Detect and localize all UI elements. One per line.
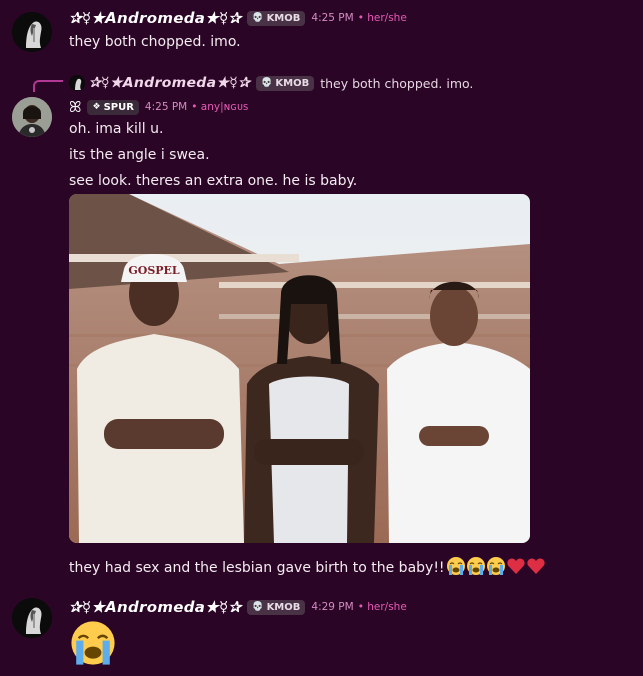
server-tag[interactable]: ❖ SPUR xyxy=(87,99,139,115)
timestamp[interactable]: 4:25 PM xyxy=(311,12,353,24)
message-text: they both chopped. imo. xyxy=(69,34,241,50)
server-tag-label: KMOB xyxy=(266,12,301,24)
pronouns: • her/she xyxy=(357,12,407,24)
diamond-icon: ❖ xyxy=(92,102,101,112)
hat-text: GOSPEL xyxy=(128,264,180,277)
avatar[interactable] xyxy=(12,12,52,52)
username[interactable]: ✰☿★𝘼𝙣𝙙𝙧𝙤𝙢𝙚𝙙𝙖★☿✰ xyxy=(69,598,241,616)
image-attachment[interactable]: GOSPEL xyxy=(69,194,530,543)
pronouns: • any|ɴɢᴜꜱ xyxy=(191,101,249,113)
reply-text: they both chopped. imo. xyxy=(320,75,474,91)
server-tag[interactable]: 💀 KMOB xyxy=(247,10,306,26)
avatar[interactable] xyxy=(12,97,52,137)
message-header: ✰☿★𝘼𝙣𝙙𝙧𝙤𝙢𝙚𝙙𝙖★☿✰ 💀 KMOB 4:29 PM • her/she xyxy=(69,597,407,617)
clover-icon: ꕤ xyxy=(69,98,82,116)
timestamp[interactable]: 4:25 PM xyxy=(145,101,187,113)
timestamp[interactable]: 4:29 PM xyxy=(311,601,353,613)
loudly-crying-face-icon xyxy=(446,556,466,580)
red-heart-icon xyxy=(526,556,546,580)
server-tag-label: SPUR xyxy=(103,101,134,113)
reply-username[interactable]: ✰☿★𝘼𝙣𝙙𝙧𝙤𝙢𝙚𝙙𝙖★☿✰ xyxy=(89,75,250,91)
red-heart-icon xyxy=(506,556,526,580)
message-header: ✰☿★𝘼𝙣𝙙𝙧𝙤𝙢𝙚𝙙𝙖★☿✰ 💀 KMOB 4:25 PM • her/she xyxy=(69,8,407,28)
server-tag[interactable]: 💀 KMOB xyxy=(247,599,306,615)
message-text: see look. theres an extra one. he is bab… xyxy=(69,173,358,189)
message-header: ꕤ ❖ SPUR 4:25 PM • any|ɴɢᴜꜱ xyxy=(69,97,248,117)
caption-text: they had sex and the lesbian gave birth … xyxy=(69,560,445,576)
skull-icon: 💀 xyxy=(252,13,264,23)
loudly-crying-face-icon xyxy=(486,556,506,580)
reply-preview[interactable]: ✰☿★𝘼𝙣𝙙𝙧𝙤𝙢𝙚𝙙𝙖★☿✰ 💀 KMOB they both chopped… xyxy=(69,73,473,93)
reply-server-tag-label: KMOB xyxy=(275,77,310,89)
loudly-crying-face-icon xyxy=(69,619,117,671)
stadium-photo: GOSPEL xyxy=(69,194,530,543)
skull-icon: 💀 xyxy=(261,78,273,88)
pronouns: • her/she xyxy=(357,601,407,613)
skull-icon: 💀 xyxy=(252,602,264,612)
loudly-crying-face-icon xyxy=(466,556,486,580)
reply-server-tag: 💀 KMOB xyxy=(256,75,315,91)
server-tag-label: KMOB xyxy=(266,601,301,613)
avatar[interactable] xyxy=(12,598,52,638)
reply-avatar xyxy=(69,75,85,91)
message-text: oh. ima kill u. xyxy=(69,121,164,137)
message-caption: they had sex and the lesbian gave birth … xyxy=(69,556,546,580)
username[interactable]: ✰☿★𝘼𝙣𝙙𝙧𝙤𝙢𝙚𝙙𝙖★☿✰ xyxy=(69,9,241,27)
message-text: its the angle i swea. xyxy=(69,147,210,163)
reply-spine xyxy=(33,80,63,92)
